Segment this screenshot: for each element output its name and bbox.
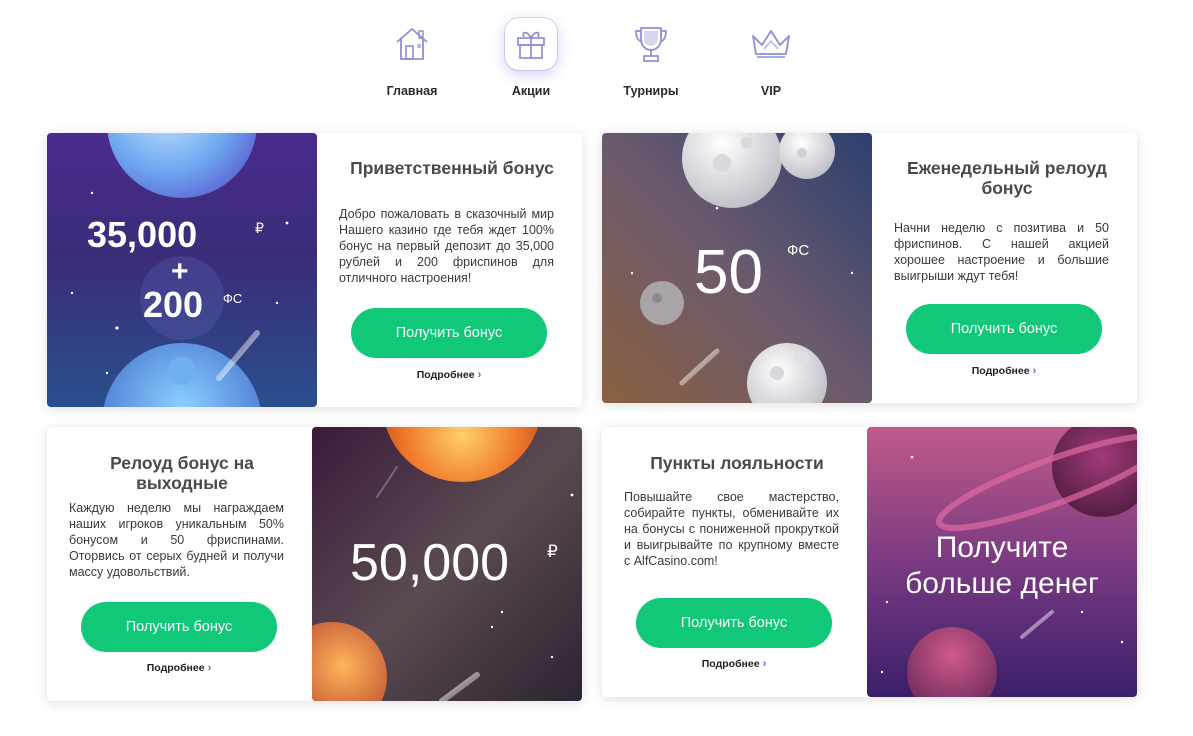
more-link[interactable]: Подробнее › bbox=[904, 365, 1104, 377]
nav-item-tournaments[interactable]: Турниры bbox=[591, 18, 711, 98]
more-link-label: Подробнее bbox=[416, 369, 475, 381]
welcome-amount: 35,000 bbox=[87, 214, 197, 255]
nav-item-promotions[interactable]: Акции bbox=[471, 18, 591, 98]
more-link-label: Подробнее bbox=[971, 365, 1030, 377]
weekly-spins: 50 bbox=[694, 238, 763, 307]
nav-label-home: Главная bbox=[386, 84, 438, 98]
loyalty-image-line2: больше денег bbox=[905, 567, 1099, 600]
more-link-label: Подробнее bbox=[701, 658, 760, 670]
welcome-spins-unit: ФС bbox=[223, 291, 242, 306]
promo-description: Повышайте свое мастерство, собирайте пун… bbox=[624, 490, 839, 568]
get-bonus-button[interactable]: Получить бонус bbox=[81, 602, 277, 652]
promo-description: Добро пожаловать в сказочный мир Нашего … bbox=[339, 207, 554, 285]
promo-card-loyalty: Пункты лояльности Повышайте свое мастерс… bbox=[602, 427, 1137, 697]
more-link-label: Подробнее bbox=[146, 662, 205, 674]
promo-card-weekend-reload: Релоуд бонус на выходные Каждую неделю м… bbox=[47, 427, 582, 701]
welcome-spins: 200 bbox=[143, 284, 203, 325]
promo-image-weekend-reload: 50,000 ₽ bbox=[312, 427, 582, 701]
promo-image-welcome: 35,000 ₽ + 200 ФС bbox=[47, 133, 317, 407]
chevron-right-icon: › bbox=[762, 658, 767, 670]
promo-description: Начни неделю с позитива и 50 фриспинов. … bbox=[894, 221, 1109, 283]
nav-label-tournaments: Турниры bbox=[623, 84, 679, 98]
gift-icon bbox=[505, 18, 557, 70]
get-bonus-button[interactable]: Получить бонус bbox=[351, 308, 547, 358]
promo-title: Еженедельный релоуд бонус bbox=[907, 158, 1107, 198]
promo-image-weekly-reload: 50 ФС bbox=[602, 133, 872, 403]
weekend-currency: ₽ bbox=[547, 542, 558, 561]
promo-description: Каждую неделю мы награждаем наших игроко… bbox=[69, 501, 284, 579]
get-bonus-button[interactable]: Получить бонус bbox=[636, 598, 832, 648]
weekly-spins-unit: ФС bbox=[787, 242, 809, 259]
promo-title: Приветственный бонус bbox=[350, 158, 554, 178]
nav-item-vip[interactable]: VIP bbox=[711, 18, 831, 98]
promo-title: Релоуд бонус на выходные bbox=[110, 453, 254, 493]
main-nav: Главная Акции Турниры VIP bbox=[0, 18, 1193, 108]
chevron-right-icon: › bbox=[1032, 365, 1037, 377]
more-link[interactable]: Подробнее › bbox=[634, 658, 834, 670]
chevron-right-icon: › bbox=[477, 369, 482, 381]
promo-card-welcome: 35,000 ₽ + 200 ФС Приветственный бонус Д… bbox=[47, 133, 582, 407]
trophy-icon bbox=[625, 18, 677, 70]
promo-image-loyalty: Получите больше денег bbox=[867, 427, 1137, 697]
weekend-amount: 50,000 bbox=[350, 534, 509, 592]
more-link[interactable]: Подробнее › bbox=[349, 369, 549, 381]
get-bonus-button[interactable]: Получить бонус bbox=[906, 304, 1102, 354]
home-icon bbox=[386, 18, 438, 70]
more-link[interactable]: Подробнее › bbox=[79, 662, 279, 674]
chevron-right-icon: › bbox=[207, 662, 212, 674]
welcome-currency: ₽ bbox=[255, 220, 264, 236]
nav-label-promotions: Акции bbox=[511, 84, 551, 98]
crown-icon bbox=[745, 18, 797, 70]
nav-item-home[interactable]: Главная bbox=[352, 18, 472, 98]
promo-card-weekly-reload: 50 ФС Еженедельный релоуд бонус Начни не… bbox=[602, 133, 1137, 403]
nav-label-vip: VIP bbox=[760, 84, 782, 98]
promo-title: Пункты лояльности bbox=[650, 453, 824, 473]
loyalty-image-line1: Получите bbox=[936, 531, 1069, 564]
